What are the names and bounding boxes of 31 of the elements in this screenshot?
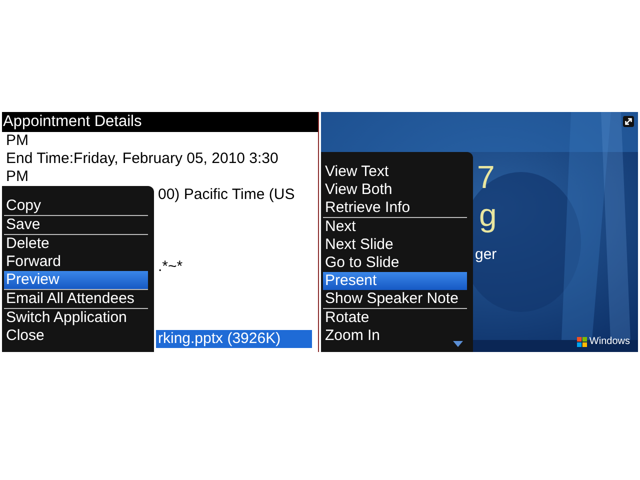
menu-item[interactable]: Close (4, 327, 148, 345)
menu-item[interactable]: Switch Application (4, 309, 148, 327)
menu-item[interactable]: Next Slide (323, 236, 467, 254)
menu-item[interactable]: Rotate (323, 309, 467, 327)
menu-item[interactable]: Present (323, 272, 467, 290)
windows-flag-icon (577, 336, 588, 346)
menu-item[interactable]: Next (323, 218, 467, 236)
menu-item[interactable]: Copy (4, 197, 148, 216)
menu-item[interactable]: Delete (4, 235, 148, 253)
menu-item[interactable]: Preview (4, 271, 148, 290)
slide-subtitle-text: ger (475, 246, 497, 263)
detail-line: PM (6, 168, 30, 186)
menu-item[interactable]: Forward (4, 253, 148, 271)
logo-text: Windows (589, 336, 630, 347)
scroll-down-icon[interactable] (453, 341, 463, 347)
screen-title: Appointment Details (2, 112, 318, 132)
slide-title-text: g (479, 198, 497, 232)
expand-icon[interactable] (623, 116, 634, 127)
detail-line: 00) Pacific Time (US (157, 186, 296, 204)
detail-line: .*~* (157, 258, 184, 276)
slide-title-text: 7 (477, 160, 495, 194)
menu-item[interactable]: Email All Attendees (4, 290, 148, 309)
detail-line: PM (6, 132, 30, 150)
menu-item[interactable]: Show Speaker Note (323, 290, 467, 309)
menu-item[interactable]: Zoom In (323, 327, 467, 345)
menu-item[interactable]: View Text (323, 163, 467, 181)
menu-item[interactable]: Go to Slide (323, 254, 467, 272)
detail-line: End Time:Friday, February 05, 2010 3:30 (6, 150, 280, 168)
menu-item[interactable]: View Both (323, 181, 467, 199)
menu-item[interactable]: Retrieve Info (323, 199, 467, 218)
menu-item[interactable]: Save (4, 216, 148, 235)
